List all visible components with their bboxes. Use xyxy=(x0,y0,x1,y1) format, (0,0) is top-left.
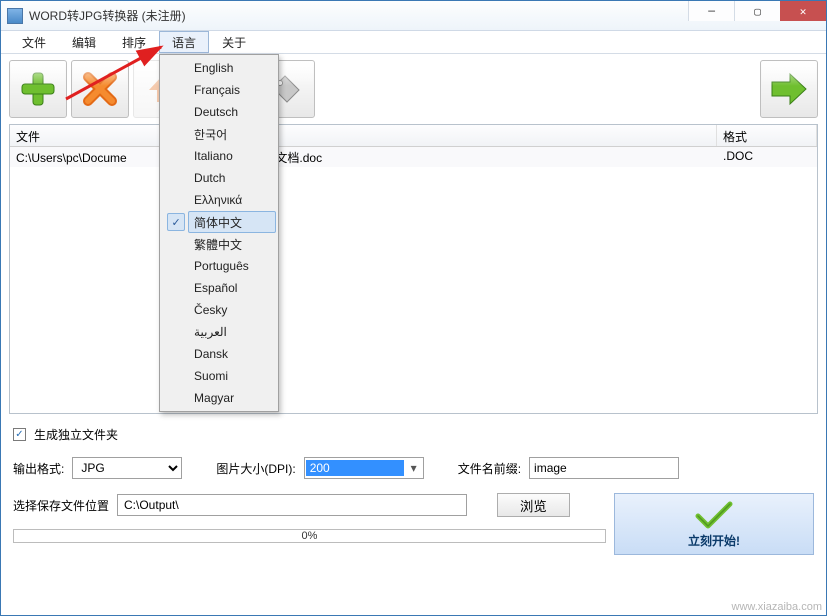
output-dir-label: 选择保存文件位置 xyxy=(13,497,109,514)
next-button[interactable] xyxy=(760,60,818,118)
prefix-input[interactable] xyxy=(529,457,679,479)
cell-file: C:\Users\pc\Docume C 文档.doc xyxy=(10,147,717,167)
browse-button[interactable]: 浏览 xyxy=(497,493,570,517)
language-option[interactable]: Português xyxy=(188,255,276,277)
language-option[interactable]: 한국어 xyxy=(188,123,276,145)
language-option[interactable]: Magyar xyxy=(188,387,276,409)
window-buttons: ─ ▢ ✕ xyxy=(688,1,826,30)
language-option[interactable]: Italiano xyxy=(188,145,276,167)
maximize-button[interactable]: ▢ xyxy=(734,1,780,21)
language-option[interactable]: ✓简体中文 xyxy=(188,211,276,233)
independent-folder-label: 生成独立文件夹 xyxy=(34,426,118,443)
minimize-button[interactable]: ─ xyxy=(688,1,734,21)
file-list: 文件 格式 C:\Users\pc\Docume C 文档.doc .DOC xyxy=(9,124,818,414)
add-button[interactable] xyxy=(9,60,67,118)
language-option[interactable]: Česky xyxy=(188,299,276,321)
toolbar xyxy=(1,54,826,124)
progress-text: 0% xyxy=(302,530,318,542)
language-dropdown: EnglishFrançaisDeutsch한국어ItalianoDutchΕλ… xyxy=(159,54,279,412)
language-option[interactable]: Español xyxy=(188,277,276,299)
app-icon xyxy=(7,8,23,24)
cell-format: .DOC xyxy=(717,147,817,167)
watermark: www.xiazaiba.com xyxy=(732,601,822,613)
language-option[interactable]: Deutsch xyxy=(188,101,276,123)
progress-bar: 0% xyxy=(13,529,606,543)
output-dir-input[interactable] xyxy=(117,494,467,516)
app-window: WORD转JPG转换器 (未注册) ─ ▢ ✕ 文件 编辑 排序 语言 Engl… xyxy=(0,0,827,616)
menu-sort[interactable]: 排序 xyxy=(109,31,159,53)
dpi-value: 200 xyxy=(306,460,404,476)
window-title: WORD转JPG转换器 (未注册) xyxy=(29,7,688,24)
language-option[interactable]: Ελληνικά xyxy=(188,189,276,211)
language-option[interactable]: 繁體中文 xyxy=(188,233,276,255)
table-row[interactable]: C:\Users\pc\Docume C 文档.doc .DOC xyxy=(10,147,817,167)
output-format-label: 输出格式: xyxy=(13,460,64,477)
menu-about[interactable]: 关于 xyxy=(209,31,259,53)
column-file[interactable]: 文件 xyxy=(10,125,717,146)
menu-edit[interactable]: 编辑 xyxy=(59,31,109,53)
remove-button[interactable] xyxy=(71,60,129,118)
titlebar: WORD转JPG转换器 (未注册) ─ ▢ ✕ xyxy=(1,1,826,31)
language-option[interactable]: العربية xyxy=(188,321,276,343)
list-header: 文件 格式 xyxy=(10,125,817,147)
language-option[interactable]: Dutch xyxy=(188,167,276,189)
chevron-down-icon: ▾ xyxy=(405,461,423,475)
output-format-select[interactable]: JPG xyxy=(72,457,182,479)
check-icon xyxy=(692,500,736,530)
language-option[interactable]: English xyxy=(188,57,276,79)
menu-language-label: 语言 xyxy=(172,34,196,51)
close-button[interactable]: ✕ xyxy=(780,1,826,21)
dpi-label: 图片大小(DPI): xyxy=(216,460,295,477)
start-button-label: 立刻开始! xyxy=(688,532,740,549)
language-option[interactable]: Suomi xyxy=(188,365,276,387)
bottom-panel: ✓ 生成独立文件夹 输出格式: JPG 图片大小(DPI): 200 ▾ 文件名… xyxy=(1,414,826,555)
menu-file[interactable]: 文件 xyxy=(9,31,59,53)
dpi-select[interactable]: 200 ▾ xyxy=(304,457,424,479)
independent-folder-checkbox[interactable]: ✓ xyxy=(13,428,26,441)
check-icon: ✓ xyxy=(167,213,185,231)
menu-language[interactable]: 语言 EnglishFrançaisDeutsch한국어ItalianoDutc… xyxy=(159,31,209,53)
language-option[interactable]: Dansk xyxy=(188,343,276,365)
column-format[interactable]: 格式 xyxy=(717,125,817,146)
menubar: 文件 编辑 排序 语言 EnglishFrançaisDeutsch한국어Ita… xyxy=(1,31,826,54)
prefix-label: 文件名前缀: xyxy=(458,460,521,477)
start-button[interactable]: 立刻开始! xyxy=(614,493,814,555)
language-option[interactable]: Français xyxy=(188,79,276,101)
